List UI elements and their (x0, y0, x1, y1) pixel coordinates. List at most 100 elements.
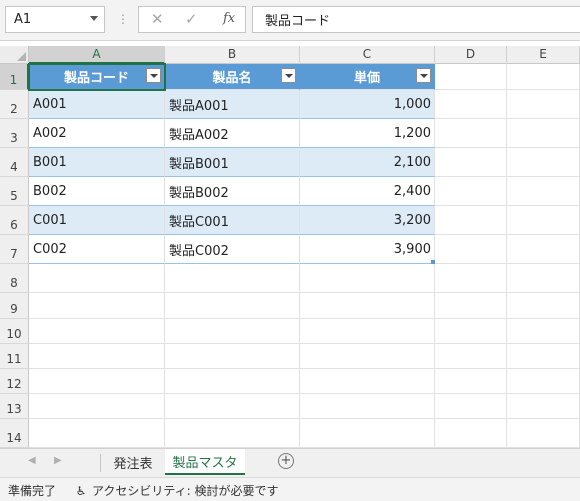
cell[interactable] (435, 177, 507, 206)
cell[interactable] (435, 419, 507, 448)
cell[interactable] (435, 319, 507, 344)
cell[interactable] (29, 394, 165, 419)
cell[interactable] (507, 148, 580, 177)
cell[interactable] (165, 344, 300, 369)
cell[interactable] (29, 293, 165, 319)
table-cell[interactable]: 製品C001 (165, 206, 300, 235)
column-header-b[interactable]: B (165, 46, 300, 64)
table-cell[interactable]: 製品C002 (165, 235, 300, 264)
cell[interactable] (165, 394, 300, 419)
row-header-11[interactable]: 11 (0, 344, 29, 369)
chevron-down-icon[interactable] (90, 16, 98, 21)
table-cell[interactable]: 2,400 (300, 177, 435, 206)
cell[interactable] (165, 293, 300, 319)
row-header-12[interactable]: 12 (0, 369, 29, 394)
table-header-cell[interactable]: 単価 (300, 64, 435, 90)
cell[interactable] (507, 419, 580, 448)
table-cell[interactable]: 製品B002 (165, 177, 300, 206)
cell[interactable] (435, 90, 507, 119)
table-cell[interactable]: 1,000 (300, 90, 435, 119)
cell[interactable] (165, 369, 300, 394)
table-header-cell[interactable]: 製品名 (165, 64, 300, 90)
cell[interactable] (300, 293, 435, 319)
cancel-icon[interactable]: ✕ (151, 10, 164, 28)
cell[interactable] (300, 264, 435, 293)
cell[interactable] (507, 64, 580, 90)
enter-icon[interactable]: ✓ (185, 10, 198, 28)
name-box[interactable]: A1 (5, 6, 105, 33)
cell[interactable] (507, 293, 580, 319)
add-sheet-icon[interactable]: + (278, 453, 294, 469)
cell[interactable] (165, 264, 300, 293)
table-cell[interactable]: 3,200 (300, 206, 435, 235)
row-header-10[interactable]: 10 (0, 319, 29, 344)
table-cell[interactable]: A001 (29, 90, 165, 119)
cell[interactable] (507, 119, 580, 148)
row-header-3[interactable]: 3 (0, 119, 29, 148)
cell[interactable] (29, 264, 165, 293)
filter-dropdown-icon[interactable] (281, 68, 296, 83)
table-cell[interactable]: 製品A001 (165, 90, 300, 119)
cell[interactable] (435, 394, 507, 419)
table-cell[interactable]: 製品A002 (165, 119, 300, 148)
formula-input[interactable]: 製品コード (252, 6, 580, 33)
row-header-4[interactable]: 4 (0, 148, 29, 177)
cell[interactable] (300, 394, 435, 419)
row-header-1[interactable]: 1 (0, 64, 29, 90)
cell[interactable] (507, 369, 580, 394)
table-cell[interactable]: 2,100 (300, 148, 435, 177)
cell[interactable] (507, 319, 580, 344)
cell[interactable] (435, 235, 507, 264)
cell[interactable] (435, 264, 507, 293)
cell[interactable] (507, 206, 580, 235)
cell[interactable] (29, 319, 165, 344)
cell[interactable] (165, 319, 300, 344)
filter-dropdown-icon[interactable] (416, 68, 431, 83)
cell[interactable] (300, 344, 435, 369)
cell[interactable] (435, 148, 507, 177)
table-cell[interactable]: B001 (29, 148, 165, 177)
row-header-14[interactable]: 14 (0, 419, 29, 448)
row-header-5[interactable]: 5 (0, 177, 29, 206)
scroll-right-icon[interactable]: ▶ (54, 455, 62, 466)
cell[interactable] (507, 394, 580, 419)
cell[interactable] (435, 206, 507, 235)
cell[interactable] (29, 369, 165, 394)
cell[interactable] (435, 119, 507, 148)
cell[interactable] (435, 293, 507, 319)
cell[interactable] (300, 369, 435, 394)
cell[interactable] (300, 319, 435, 344)
column-header-d[interactable]: D (435, 46, 507, 64)
sheet-tab-product-master[interactable]: 製品マスタ (165, 449, 245, 475)
cell[interactable] (507, 344, 580, 369)
table-header-cell[interactable]: 製品コード (29, 64, 165, 90)
column-header-e[interactable]: E (507, 46, 580, 64)
row-header-7[interactable]: 7 (0, 235, 29, 264)
cell[interactable] (435, 64, 507, 90)
table-cell[interactable]: 製品B001 (165, 148, 300, 177)
filter-dropdown-icon[interactable] (146, 68, 161, 83)
cell[interactable] (29, 419, 165, 448)
row-header-9[interactable]: 9 (0, 293, 29, 319)
row-header-13[interactable]: 13 (0, 394, 29, 419)
cell[interactable] (300, 419, 435, 448)
cell[interactable] (29, 344, 165, 369)
table-cell[interactable]: C002 (29, 235, 165, 264)
table-cell[interactable]: B002 (29, 177, 165, 206)
select-all-corner[interactable] (0, 46, 29, 64)
cell[interactable] (435, 369, 507, 394)
cell[interactable] (507, 90, 580, 119)
table-cell[interactable]: 3,900 (300, 235, 435, 264)
row-header-6[interactable]: 6 (0, 206, 29, 235)
table-cell[interactable]: 1,200 (300, 119, 435, 148)
row-header-2[interactable]: 2 (0, 90, 29, 119)
cell[interactable] (165, 419, 300, 448)
column-header-c[interactable]: C (300, 46, 435, 64)
cell[interactable] (435, 344, 507, 369)
insert-function-icon[interactable]: fx (223, 11, 235, 26)
cell[interactable] (507, 177, 580, 206)
column-header-a[interactable]: A (29, 46, 165, 64)
cell[interactable] (507, 264, 580, 293)
accessibility-status[interactable]: ♿ アクセシビリティ: 検討が必要です (74, 482, 279, 499)
cell[interactable] (507, 235, 580, 264)
